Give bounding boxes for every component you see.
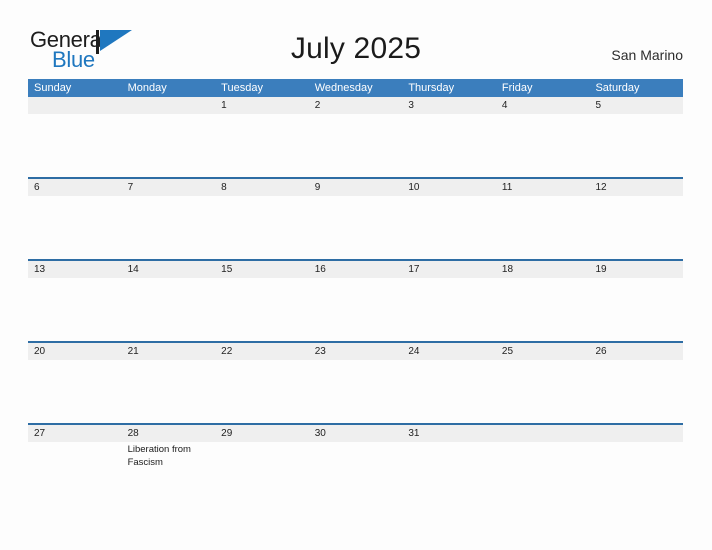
- day-cell[interactable]: [589, 196, 683, 259]
- dow-monday: Monday: [127, 82, 167, 94]
- day-cell[interactable]: [402, 196, 496, 259]
- day-number[interactable]: 31: [402, 425, 496, 442]
- week-date-band: 13 14 15 16 17 18 19: [28, 259, 683, 278]
- day-cell[interactable]: [215, 360, 309, 423]
- day-cell[interactable]: [589, 360, 683, 423]
- day-number[interactable]: 1: [215, 97, 309, 114]
- day-number[interactable]: 20: [28, 343, 122, 360]
- day-number[interactable]: 21: [122, 343, 216, 360]
- day-cell[interactable]: [402, 114, 496, 177]
- day-number[interactable]: 8: [215, 179, 309, 196]
- day-number[interactable]: 29: [215, 425, 309, 442]
- day-cell[interactable]: [28, 196, 122, 259]
- day-number[interactable]: 4: [496, 97, 590, 114]
- day-number[interactable]: 27: [28, 425, 122, 442]
- day-number[interactable]: 23: [309, 343, 403, 360]
- calendar-week-row: 13 14 15 16 17 18 19: [28, 259, 683, 341]
- dow-saturday: Saturday: [595, 82, 640, 94]
- day-number[interactable]: 28: [122, 425, 216, 442]
- day-number[interactable]: 17: [402, 261, 496, 278]
- location-label: San Marino: [611, 47, 683, 63]
- day-number[interactable]: 7: [122, 179, 216, 196]
- day-number[interactable]: 9: [309, 179, 403, 196]
- day-cell[interactable]: [309, 360, 403, 423]
- day-cell[interactable]: [215, 196, 309, 259]
- day-cell[interactable]: [309, 196, 403, 259]
- page-header: General Blue July 2025 San Marino: [0, 0, 712, 78]
- week-event-band: Liberation from Fascism: [28, 442, 683, 505]
- day-cell[interactable]: [496, 442, 590, 505]
- day-cell[interactable]: [496, 278, 590, 341]
- dow-thursday: Thursday: [408, 82, 455, 94]
- day-number[interactable]: 25: [496, 343, 590, 360]
- day-cell[interactable]: [496, 114, 590, 177]
- day-cell[interactable]: [28, 114, 122, 177]
- day-number[interactable]: 13: [28, 261, 122, 278]
- day-cell[interactable]: [589, 114, 683, 177]
- calendar-week-row: 1 2 3 4 5: [28, 97, 683, 177]
- day-cell[interactable]: [28, 278, 122, 341]
- calendar-grid: Sunday Monday Tuesday Wednesday Thursday…: [28, 79, 683, 505]
- day-cell[interactable]: [589, 278, 683, 341]
- day-of-week-header: Sunday Monday Tuesday Wednesday Thursday…: [28, 79, 683, 97]
- day-number[interactable]: [496, 425, 590, 442]
- calendar-week-row: 6 7 8 9 10 11 12: [28, 177, 683, 259]
- calendar-page: General Blue July 2025 San Marino Sunday…: [0, 0, 712, 550]
- dow-friday: Friday: [501, 82, 533, 94]
- day-number[interactable]: 30: [309, 425, 403, 442]
- day-number[interactable]: 22: [215, 343, 309, 360]
- day-cell[interactable]: [402, 442, 496, 505]
- day-number[interactable]: 2: [309, 97, 403, 114]
- week-date-band: 1 2 3 4 5: [28, 97, 683, 114]
- dow-tuesday: Tuesday: [221, 82, 263, 94]
- day-number[interactable]: 10: [402, 179, 496, 196]
- day-cell[interactable]: [309, 442, 403, 505]
- day-cell[interactable]: [496, 360, 590, 423]
- week-event-band: [28, 278, 683, 341]
- week-event-band: [28, 114, 683, 177]
- dow-wednesday: Wednesday: [314, 82, 373, 94]
- calendar-week-row: 27 28 29 30 31 Liberation from Fascism: [28, 423, 683, 505]
- day-cell[interactable]: [496, 196, 590, 259]
- day-cell[interactable]: [402, 360, 496, 423]
- day-number[interactable]: 12: [589, 179, 683, 196]
- day-number[interactable]: 5: [589, 97, 683, 114]
- day-cell[interactable]: [122, 278, 216, 341]
- day-number[interactable]: [28, 97, 122, 114]
- day-number[interactable]: 26: [589, 343, 683, 360]
- day-number[interactable]: 16: [309, 261, 403, 278]
- calendar-week-row: 20 21 22 23 24 25 26: [28, 341, 683, 423]
- week-date-band: 20 21 22 23 24 25 26: [28, 341, 683, 360]
- week-date-band: 6 7 8 9 10 11 12: [28, 177, 683, 196]
- week-event-band: [28, 360, 683, 423]
- day-cell[interactable]: Liberation from Fascism: [122, 442, 216, 505]
- day-cell[interactable]: [589, 442, 683, 505]
- day-event: Liberation from Fascism: [127, 444, 191, 468]
- day-cell[interactable]: [122, 360, 216, 423]
- day-cell[interactable]: [215, 114, 309, 177]
- day-number[interactable]: 14: [122, 261, 216, 278]
- day-cell[interactable]: [215, 278, 309, 341]
- day-cell[interactable]: [122, 114, 216, 177]
- dow-sunday: Sunday: [34, 82, 72, 94]
- day-cell[interactable]: [28, 442, 122, 505]
- day-number[interactable]: 15: [215, 261, 309, 278]
- week-date-band: 27 28 29 30 31: [28, 423, 683, 442]
- day-number[interactable]: 18: [496, 261, 590, 278]
- day-number[interactable]: 11: [496, 179, 590, 196]
- day-number[interactable]: [122, 97, 216, 114]
- week-event-band: [28, 196, 683, 259]
- day-cell[interactable]: [309, 278, 403, 341]
- day-cell[interactable]: [402, 278, 496, 341]
- day-cell[interactable]: [28, 360, 122, 423]
- page-title: July 2025: [290, 32, 422, 65]
- day-cell[interactable]: [309, 114, 403, 177]
- day-number[interactable]: [589, 425, 683, 442]
- day-cell[interactable]: [215, 442, 309, 505]
- day-number[interactable]: 24: [402, 343, 496, 360]
- day-number[interactable]: 3: [402, 97, 496, 114]
- day-cell[interactable]: [122, 196, 216, 259]
- day-number[interactable]: 6: [28, 179, 122, 196]
- day-number[interactable]: 19: [589, 261, 683, 278]
